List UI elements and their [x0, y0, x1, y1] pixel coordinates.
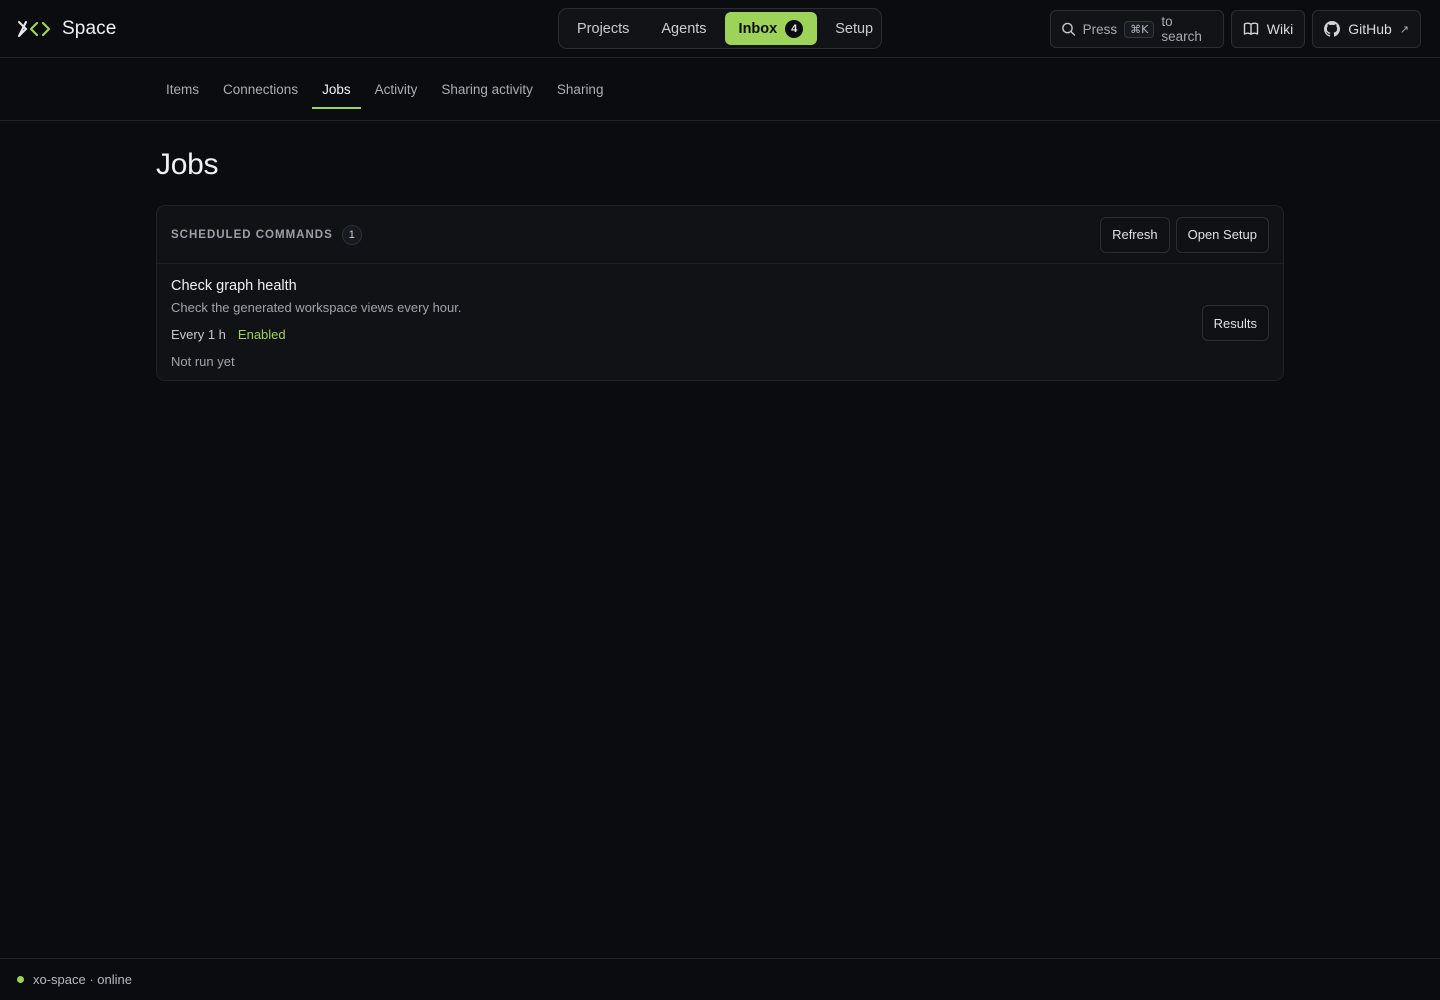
job-description: Check the generated workspace views ever…	[171, 300, 462, 315]
wiki-label: Wiki	[1266, 21, 1294, 37]
card-header-left: SCHEDULED COMMANDS 1	[171, 224, 362, 245]
nav-setup[interactable]: Setup	[821, 12, 887, 45]
nav-inbox-label: Inbox	[738, 20, 778, 37]
github-label: GitHub	[1348, 21, 1392, 37]
nav-projects[interactable]: Projects	[563, 12, 643, 45]
job-name: Check graph health	[171, 278, 297, 294]
card-header: SCHEDULED COMMANDS 1 Refresh Open Setup	[157, 206, 1283, 264]
open-setup-button[interactable]: Open Setup	[1175, 216, 1269, 253]
tab-items[interactable]: Items	[156, 58, 209, 121]
job-row: Check graph health Check the generated w…	[157, 264, 1283, 381]
external-link-icon: ↗	[1399, 23, 1409, 36]
tab-activity-label: Activity	[374, 82, 418, 97]
page-title: Jobs	[156, 148, 219, 181]
tab-jobs[interactable]: Jobs	[312, 58, 361, 121]
brand[interactable]: Space	[18, 16, 116, 42]
nav-projects-label: Projects	[577, 20, 630, 37]
tab-activity[interactable]: Activity	[365, 58, 428, 121]
top-bar: Space Projects Agents Inbox 4 Setup Pres…	[0, 0, 1440, 58]
tab-sharing-label: Sharing	[556, 82, 604, 97]
logo-icon	[18, 21, 51, 37]
status-text: xo-space · online	[33, 972, 132, 987]
tab-list: Items Connections Jobs Activity Sharing …	[156, 58, 617, 121]
nav-agents[interactable]: Agents	[647, 12, 720, 45]
github-icon	[1324, 21, 1341, 37]
wiki-link[interactable]: Wiki	[1230, 10, 1306, 48]
tab-items-label: Items	[166, 82, 200, 97]
section-label: SCHEDULED COMMANDS	[171, 228, 333, 241]
count-badge: 1	[341, 224, 362, 245]
inbox-count-badge: 4	[785, 19, 804, 38]
scheduled-commands-card: SCHEDULED COMMANDS 1 Refresh Open Setup …	[156, 205, 1284, 381]
tab-jobs-label: Jobs	[322, 82, 351, 97]
tab-connections-label: Connections	[223, 82, 299, 97]
status-dot	[17, 976, 24, 983]
search-button[interactable]: Press ⌘K to search	[1049, 10, 1224, 48]
job-status: Enabled	[237, 327, 286, 342]
brand-name: Space	[62, 18, 117, 39]
main-nav: Projects Agents Inbox 4 Setup	[558, 8, 882, 49]
job-meta: Every 1 h Enabled	[171, 327, 1269, 342]
search-icon	[1061, 22, 1075, 36]
tab-sharing[interactable]: Sharing	[547, 58, 614, 121]
sub-nav: Items Connections Jobs Activity Sharing …	[0, 58, 1440, 121]
tab-sharing-activity[interactable]: Sharing activity	[431, 58, 543, 121]
results-button[interactable]: Results	[1201, 305, 1269, 341]
tab-sharing-activity-label: Sharing activity	[441, 82, 533, 97]
tab-connections[interactable]: Connections	[213, 58, 308, 121]
card-actions: Refresh Open Setup	[1100, 216, 1269, 253]
job-interval: Every 1 h	[171, 327, 226, 342]
search-shortcut: ⌘K	[1124, 20, 1155, 38]
app: Space Projects Agents Inbox 4 Setup Pres…	[0, 0, 1440, 1000]
job-last-run: Not run yet	[171, 354, 235, 369]
github-link[interactable]: GitHub ↗	[1312, 10, 1421, 48]
nav-agents-label: Agents	[661, 20, 707, 37]
nav-setup-label: Setup	[835, 20, 874, 37]
search-prefix: Press	[1082, 21, 1118, 37]
refresh-button[interactable]: Refresh	[1100, 216, 1170, 253]
search-suffix: to search	[1161, 14, 1202, 44]
nav-inbox[interactable]: Inbox 4	[724, 12, 818, 45]
status-footer: xo-space · online	[0, 958, 1440, 1000]
top-actions: Press ⌘K to search Wiki GitHub ↗	[1049, 10, 1421, 48]
book-icon	[1243, 22, 1258, 35]
